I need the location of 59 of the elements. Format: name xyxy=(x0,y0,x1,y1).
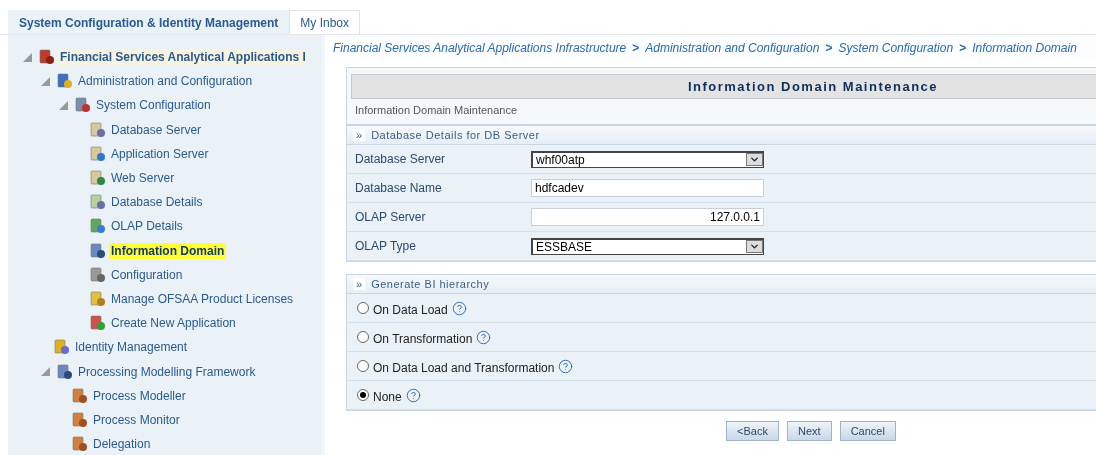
tree-item[interactable]: System Configuration xyxy=(94,97,213,114)
tree-item[interactable]: Administration and Configuration xyxy=(76,73,255,90)
radio-label: On Transformation xyxy=(373,332,473,346)
tree-item[interactable]: Financial Services Analytical Applications I xyxy=(58,49,308,66)
section-title: Database Details for DB Server xyxy=(371,129,540,141)
dropdown[interactable]: ESSBASE xyxy=(531,237,764,255)
tab[interactable]: My Inbox xyxy=(289,10,361,34)
radio-label: None xyxy=(373,390,402,404)
tree-item[interactable]: Database Server xyxy=(109,121,204,138)
action-button[interactable]: <Back xyxy=(726,421,779,441)
tree-item[interactable]: Process Monitor xyxy=(91,411,182,428)
breadcrumb-link[interactable]: Administration and Configuration xyxy=(645,41,820,55)
breadcrumb-separator: > xyxy=(959,41,967,55)
tree-item[interactable]: Configuration xyxy=(109,266,185,283)
tree-item[interactable]: Create New Application xyxy=(109,315,238,332)
breadcrumb-link[interactable]: Financial Services Analytical Applications Infrastructure xyxy=(333,41,627,55)
tree-item[interactable]: Application Server xyxy=(109,145,211,162)
help-icon[interactable] xyxy=(405,387,421,403)
tree-item[interactable]: Web Server xyxy=(109,170,177,187)
tree-item[interactable]: Processing Modelling Framework xyxy=(76,363,258,380)
breadcrumb-link[interactable]: System Configuration xyxy=(838,41,954,55)
input-field[interactable]: hdfcadev xyxy=(531,179,764,197)
radio-button[interactable] xyxy=(357,360,369,372)
tree-item[interactable]: Manage OFSAA Product Licenses xyxy=(109,290,296,307)
radio-button[interactable] xyxy=(357,389,369,401)
field-label: OLAP Type xyxy=(355,239,417,253)
input-field[interactable]: 127.0.0.1 xyxy=(531,208,764,226)
expand-triangle-icon[interactable] xyxy=(41,76,50,86)
tree-item[interactable]: Delegation xyxy=(91,436,153,453)
tree-item[interactable]: OLAP Details xyxy=(109,218,185,235)
field-label: Database Name xyxy=(355,181,443,195)
expand-triangle-icon[interactable] xyxy=(23,52,32,62)
action-button[interactable]: Cancel xyxy=(839,421,896,441)
breadcrumb-separator: > xyxy=(825,41,833,55)
dropdown[interactable]: whf00atp xyxy=(531,150,764,168)
field-label: OLAP Server xyxy=(355,210,427,224)
expand-triangle-icon[interactable] xyxy=(41,367,50,377)
tree-item[interactable]: Identity Management xyxy=(73,339,190,356)
section-title: Generate BI hierarchy xyxy=(371,278,490,290)
radio-button[interactable] xyxy=(357,302,369,314)
tree-item[interactable]: Information Domain xyxy=(109,242,227,259)
radio-label: On Data Load and Transformation xyxy=(373,361,555,375)
help-icon[interactable] xyxy=(451,300,467,316)
radio-label: On Data Load xyxy=(373,303,448,317)
breadcrumb-link[interactable]: Information Domain xyxy=(972,41,1077,55)
help-icon[interactable] xyxy=(558,358,574,374)
tab[interactable]: System Configuration & Identity Management xyxy=(8,10,290,34)
radio-button[interactable] xyxy=(357,331,369,343)
help-icon[interactable] xyxy=(476,329,492,345)
collapse-marker[interactable]: » xyxy=(353,278,366,290)
field-label: Database Server xyxy=(355,152,447,166)
expand-triangle-icon[interactable] xyxy=(59,100,68,110)
action-button[interactable]: Next xyxy=(787,421,832,441)
form-subtitle: Information Domain Maintenance xyxy=(354,103,519,118)
tree-item[interactable]: Process Modeller xyxy=(91,387,188,404)
breadcrumb-separator: > xyxy=(632,41,640,55)
form-title: Information Domain Maintenance xyxy=(351,74,1096,99)
tree-item[interactable]: Database Details xyxy=(109,194,205,211)
collapse-marker[interactable]: » xyxy=(353,129,366,141)
